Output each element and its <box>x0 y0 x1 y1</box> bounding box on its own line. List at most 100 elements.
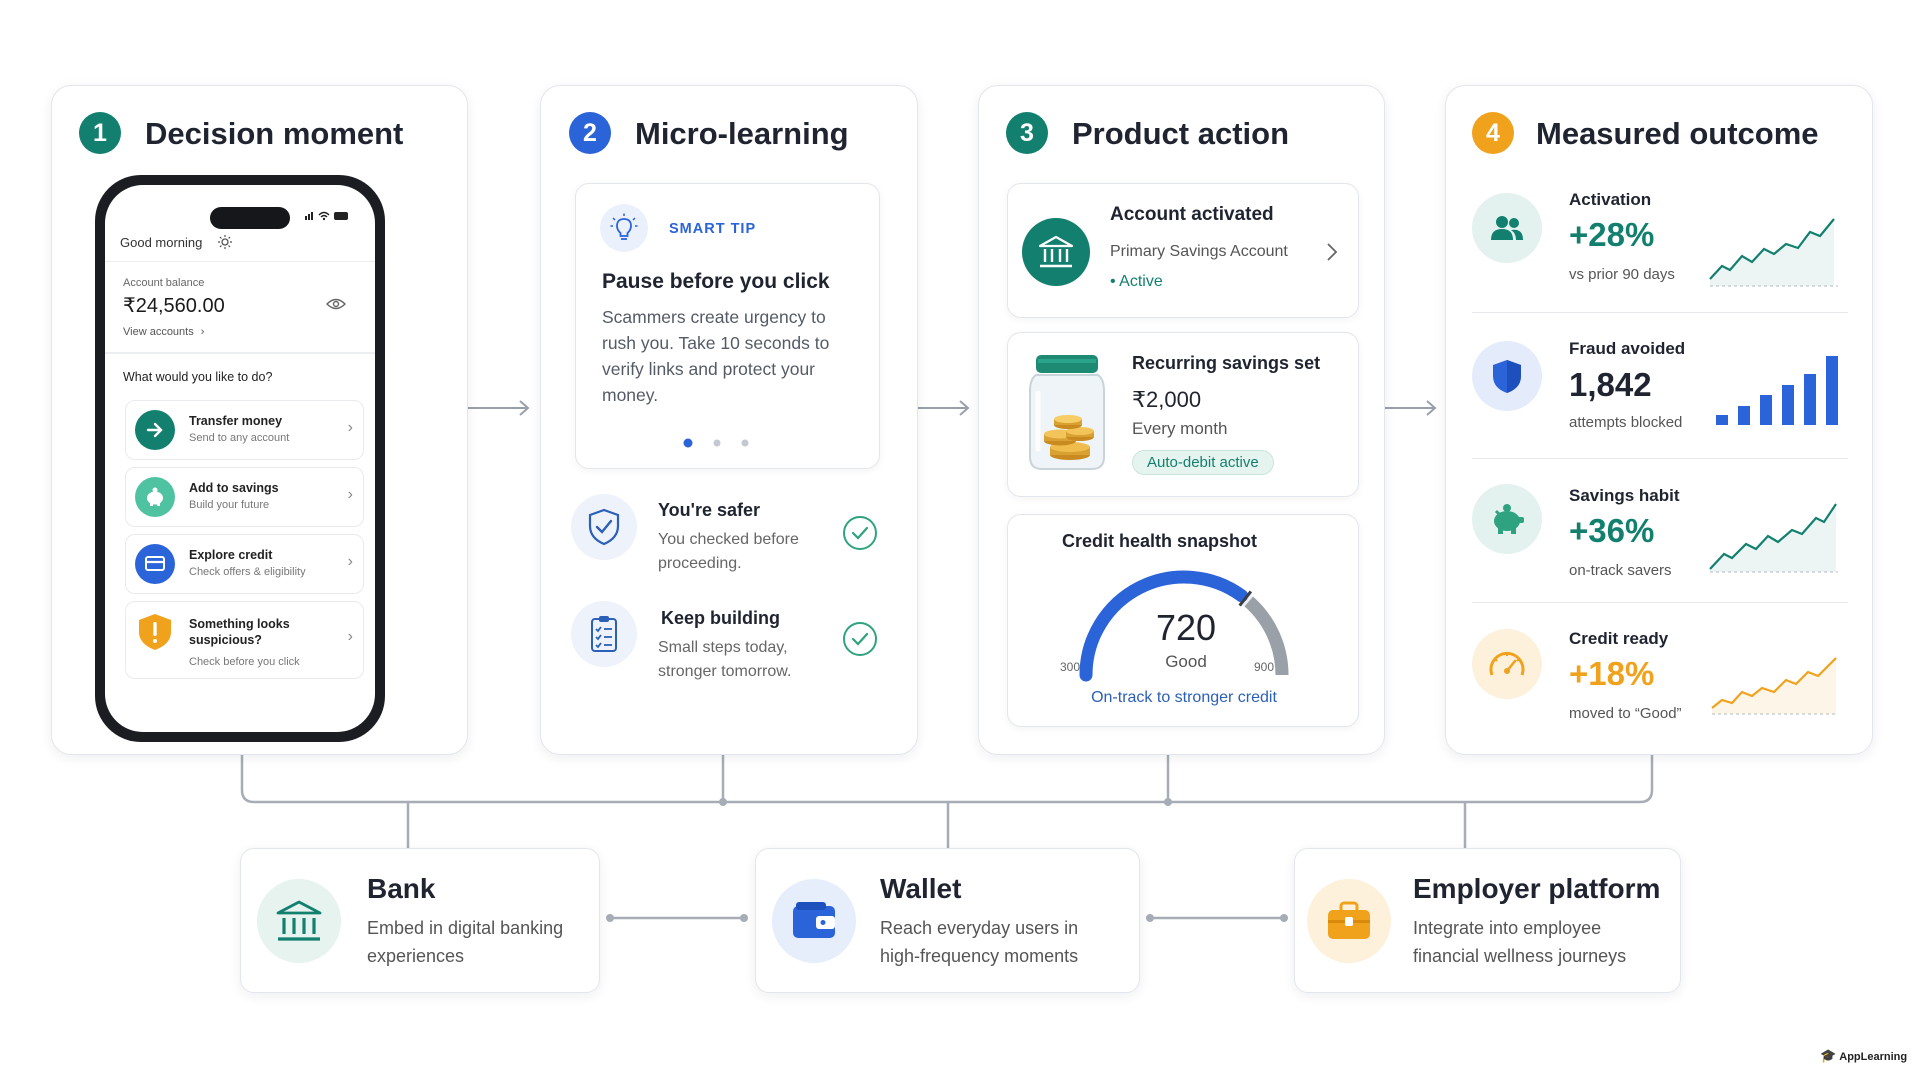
step-title-3: Product action <box>1072 116 1290 151</box>
savings-frequency: Every month <box>1132 419 1228 438</box>
fraud-bar-chart <box>1716 356 1838 425</box>
learning-item-body: Small steps today, stronger tomorrow. <box>658 639 792 680</box>
chevron-right-icon: › <box>200 326 205 338</box>
account-status: • Active <box>1110 273 1163 291</box>
gauge-min: 300 <box>1060 660 1081 674</box>
account-activated-card[interactable]: Account activated Primary Savings Accoun… <box>1007 183 1359 318</box>
gauge-icon <box>1472 629 1542 699</box>
balance-label: Account balance <box>123 277 205 289</box>
question-text: What would you like to do? <box>123 370 273 384</box>
channel-title: Bank <box>367 873 436 904</box>
gauge-max: 900 <box>1254 660 1275 674</box>
coin-jar-icon <box>1026 351 1108 478</box>
action-row-credit[interactable]: Explore credit Check offers & eligibilit… <box>125 534 364 594</box>
channel-body: Integrate into employee financial wellne… <box>1413 918 1627 966</box>
credit-title: Credit health snapshot <box>1062 531 1258 551</box>
briefcase-icon <box>1307 879 1391 963</box>
status-icons <box>305 210 351 223</box>
eye-icon[interactable] <box>325 297 347 316</box>
bank-icon <box>1022 218 1090 286</box>
outcome-subtext: moved to “Good” <box>1569 705 1682 722</box>
action-row-suspicious[interactable]: Something looks suspicious? Check before… <box>125 601 364 679</box>
phone-notch <box>210 207 290 229</box>
outcome-value: +28% <box>1569 216 1655 253</box>
carousel-dots[interactable] <box>682 436 752 454</box>
step-number-2: 2 <box>569 112 611 154</box>
smart-tip-label: SMART TIP <box>669 221 757 237</box>
chevron-right-icon <box>1326 242 1338 267</box>
clipboard-check-icon <box>571 601 637 667</box>
outcome-subtext: vs prior 90 days <box>1569 266 1675 283</box>
lightbulb-icon <box>600 204 648 252</box>
divider <box>1472 312 1848 313</box>
piggy-bank-icon <box>1472 484 1542 554</box>
step-number-3: 3 <box>1006 112 1048 154</box>
action-title: Explore credit <box>189 548 273 562</box>
action-subtitle: Build your future <box>189 499 270 511</box>
outcome-value: +18% <box>1569 655 1655 692</box>
chevron-right-icon: › <box>347 553 353 570</box>
savings-trend-chart <box>1709 503 1838 573</box>
outcome-label: Savings habit <box>1569 486 1680 505</box>
check-circle-icon <box>841 620 879 663</box>
chevron-right-icon: › <box>347 419 353 436</box>
channel-card-bank[interactable]: Bank Embed in digital banking experience… <box>240 848 600 993</box>
divider <box>105 352 375 354</box>
step-title-2: Micro-learning <box>635 116 849 151</box>
sun-icon <box>217 234 233 255</box>
tip-body: Scammers create urgency to rush you. Tak… <box>602 307 830 405</box>
view-accounts-label: View accounts <box>123 326 194 338</box>
view-accounts-link[interactable]: View accounts › <box>123 326 204 338</box>
divider <box>1472 602 1848 603</box>
step-title-4: Measured outcome <box>1536 116 1819 151</box>
bank-icon <box>257 879 341 963</box>
phone-mockup: Good morning Account balance ₹24,560.00 … <box>95 175 385 742</box>
channel-body: Reach everyday users in high-frequency m… <box>880 918 1079 966</box>
credit-note: On-track to stronger credit <box>1091 689 1277 706</box>
savings-title: Recurring savings set <box>1132 353 1321 373</box>
outcome-label: Fraud avoided <box>1569 339 1686 358</box>
tip-title: Pause before you click <box>602 270 830 293</box>
channel-card-wallet[interactable]: Wallet Reach everyday users in high-freq… <box>755 848 1140 993</box>
action-subtitle: Send to any account <box>189 432 290 444</box>
learning-item-title: You're safer <box>658 500 760 520</box>
credit-trend-chart <box>1711 657 1838 715</box>
graduation-cap-icon: 🎓 <box>1820 1048 1837 1063</box>
action-title: Something looks suspicious? <box>189 617 290 647</box>
account-status-label: Active <box>1119 273 1163 290</box>
action-title: Add to savings <box>189 481 279 495</box>
account-subtitle: Primary Savings Account <box>1110 243 1288 260</box>
channel-card-employer[interactable]: Employer platform Integrate into employe… <box>1294 848 1681 993</box>
outcome-label: Credit ready <box>1569 629 1669 648</box>
shield-icon <box>1472 341 1542 411</box>
brand-name: AppLearning <box>1839 1051 1908 1063</box>
smart-tip-card: SMART TIP Pause before you click Scammer… <box>575 183 880 469</box>
outcome-value: 1,842 <box>1569 366 1652 403</box>
signal-battery-icon <box>305 211 348 221</box>
action-row-savings[interactable]: Add to savings Build your future › <box>125 467 364 527</box>
savings-amount: ₹2,000 <box>1132 387 1202 412</box>
action-row-transfer[interactable]: Transfer money Send to any account › <box>125 400 364 460</box>
outcome-value: +36% <box>1569 512 1655 549</box>
credit-card-icon <box>135 544 175 584</box>
divider <box>1472 458 1848 459</box>
wallet-icon <box>772 879 856 963</box>
chevron-right-icon: › <box>347 628 353 645</box>
arrow-right-icon <box>135 410 175 450</box>
outcome-subtext: on-track savers <box>1569 562 1672 579</box>
check-circle-icon <box>841 514 879 557</box>
measured-outcome-card: 4 Measured outcome Activation +28% vs pr… <box>1445 85 1873 755</box>
phone-screen: Good morning Account balance ₹24,560.00 … <box>105 185 375 732</box>
balance-amount: ₹24,560.00 <box>123 295 225 317</box>
step-number-1: 1 <box>79 112 121 154</box>
micro-learning-card: 2 Micro-learning SMART TIP Pause before … <box>540 85 918 755</box>
piggy-bank-icon <box>135 477 175 517</box>
activation-trend-chart <box>1709 218 1838 287</box>
channel-body: Embed in digital banking experiences <box>367 918 564 966</box>
learning-item-body: You checked before proceeding. <box>658 531 799 572</box>
outcome-label: Activation <box>1569 190 1652 209</box>
warning-shield-icon <box>135 612 175 652</box>
credit-health-card[interactable]: Credit health snapshot 720 Good 300 900 … <box>1007 514 1359 727</box>
product-action-card: 3 Product action Account activated Prima… <box>978 85 1385 755</box>
recurring-savings-card[interactable]: Recurring savings set ₹2,000 Every month… <box>1007 332 1359 497</box>
